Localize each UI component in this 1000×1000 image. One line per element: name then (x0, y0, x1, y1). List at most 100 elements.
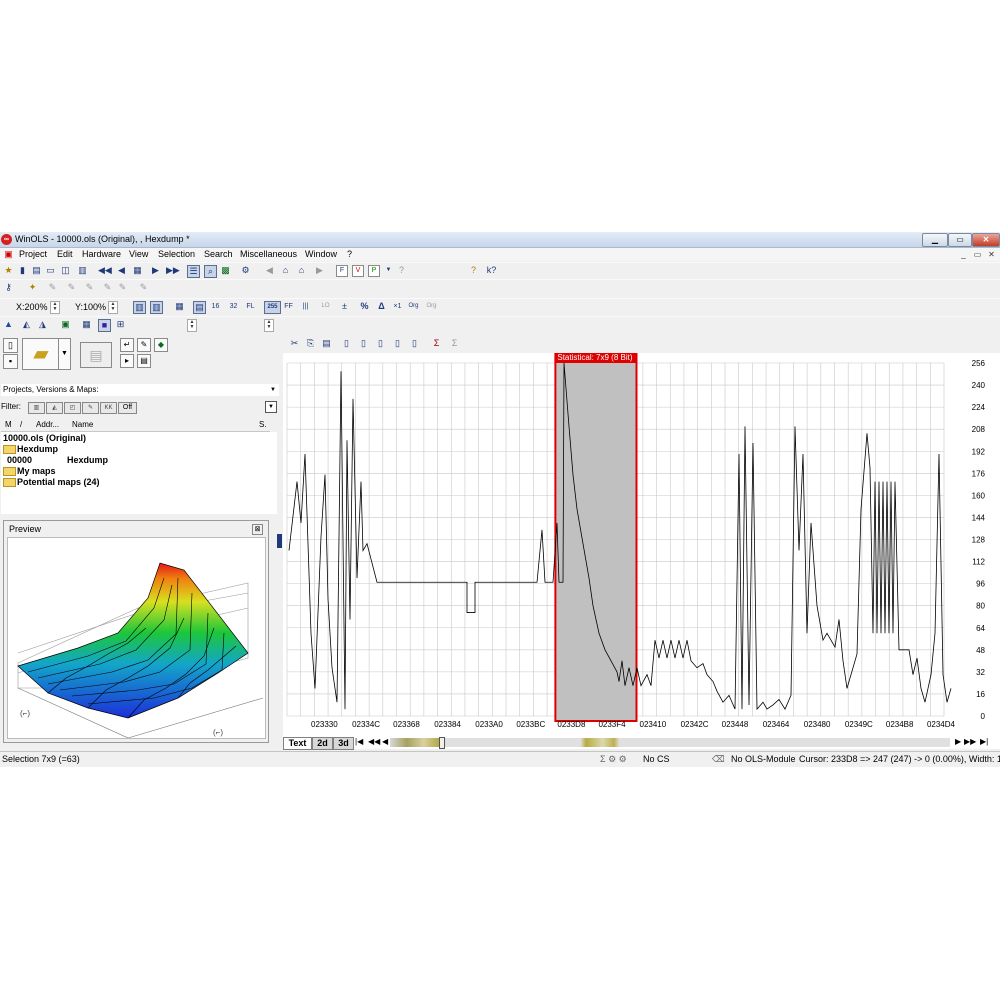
list-view-icon[interactable]: ☰ (187, 265, 200, 278)
cut-icon[interactable]: ✂ (289, 338, 300, 349)
view-float-icon[interactable]: FL (245, 301, 256, 312)
next-icon[interactable]: ▶ (150, 265, 161, 276)
f-icon[interactable]: F (336, 265, 348, 277)
save-icon[interactable]: ▪ (3, 354, 18, 369)
menu-edit[interactable]: Edit (57, 249, 73, 259)
wand-icon[interactable]: ✦ (27, 282, 38, 293)
copy-icon[interactable]: ⎘ (305, 338, 316, 349)
projects-dropdown[interactable]: Projects, Versions & Maps: ▼ (1, 384, 279, 396)
paste-special-4-icon[interactable]: ▯ (392, 338, 403, 349)
minimize-button[interactable]: ▁ (922, 233, 948, 247)
column-m[interactable]: M (5, 420, 12, 429)
back-icon[interactable]: ◀ (264, 265, 275, 276)
scroll-forward-icon[interactable]: ▶▶ (964, 737, 976, 746)
menu-window[interactable]: Window (305, 249, 337, 259)
edit-tool-3-icon[interactable]: ✎ (84, 282, 95, 293)
zoom-y-spinner[interactable]: ▲ ▼ (108, 301, 118, 314)
splitter-handle[interactable] (277, 534, 282, 548)
view-16-icon[interactable]: 16 (210, 301, 221, 312)
column-address[interactable]: Addr... (36, 420, 59, 429)
map-axis-icon[interactable]: ⊞ (115, 319, 126, 330)
sum-dim-icon[interactable]: Σ (449, 338, 460, 349)
folder-icon[interactable]: ★ (3, 265, 14, 276)
bits-icon[interactable]: ||| (300, 301, 311, 312)
scrollbar-thumb[interactable] (439, 737, 445, 749)
delta-icon[interactable]: Δ (376, 301, 387, 312)
help-dim-icon[interactable]: ? (396, 265, 407, 276)
view-32-icon[interactable]: 32 (228, 301, 239, 312)
paste-special-1-icon[interactable]: ▯ (341, 338, 352, 349)
document-icon[interactable]: ▣ (3, 249, 14, 260)
column-size[interactable]: S. (259, 420, 267, 429)
tab-2d[interactable]: 2d (312, 737, 333, 750)
project-tool-2-icon[interactable]: ✎ (137, 338, 151, 352)
v-icon[interactable]: V (352, 265, 364, 277)
close-button[interactable]: ✕ (972, 233, 1000, 247)
paste-special-2-icon[interactable]: ▯ (358, 338, 369, 349)
first-icon[interactable]: ◀◀ (98, 265, 112, 276)
map-icon[interactable]: ▩ (220, 265, 231, 276)
menu-search[interactable]: Search (204, 249, 233, 259)
copy-map-icon[interactable]: ▣ (60, 319, 71, 330)
project-tool-4-icon[interactable]: ▸ (120, 354, 134, 368)
tab-text[interactable]: Text (283, 737, 312, 750)
help-icon[interactable]: ? (468, 265, 479, 276)
split-view-icon[interactable]: ◫ (60, 265, 71, 276)
tree-folder-my-maps[interactable]: My maps (3, 466, 56, 477)
menu-help[interactable]: ? (347, 249, 352, 259)
scroll-first-icon[interactable]: |◀ (355, 737, 363, 746)
project-tool-1-icon[interactable]: ↵ (120, 338, 134, 352)
color-map-icon[interactable]: ■ (98, 319, 111, 332)
paste-special-3-icon[interactable]: ▯ (375, 338, 386, 349)
tools-icon[interactable]: ⚙ (240, 265, 251, 276)
context-help-icon[interactable]: k? (486, 265, 497, 276)
column-name[interactable]: Name (72, 420, 93, 429)
tree-map-hexdump[interactable]: 00000 Hexdump (7, 455, 108, 465)
new-file-icon[interactable]: ▯ (3, 338, 18, 353)
sum-icon[interactable]: Σ (431, 338, 442, 349)
table-icon[interactable]: ▦ (132, 265, 143, 276)
signed-icon[interactable]: FF (283, 301, 294, 312)
filter-type-1-icon[interactable]: ▥ (28, 402, 45, 414)
scroll-last-icon[interactable]: ▶| (980, 737, 988, 746)
edit-tool-1-icon[interactable]: ✎ (47, 282, 58, 293)
mdi-restore-button[interactable]: ▭ (972, 250, 983, 260)
org-icon[interactable]: Org (408, 301, 419, 312)
map-tool-1-icon[interactable]: ◭ (21, 319, 32, 330)
forward-icon[interactable]: ▶ (314, 265, 325, 276)
hexdump-chart[interactable]: Statistical: 7x9 (8 Bit) 0 16 32 48 64 80 96 11… (283, 352, 1000, 749)
menu-miscellaneous[interactable]: Miscellaneous (240, 249, 297, 259)
columns-icon[interactable]: ▥ (77, 265, 88, 276)
search-view-icon[interactable]: ⌕ (204, 265, 217, 278)
map-grid-icon[interactable]: ▦ (81, 319, 92, 330)
filter-type-3-icon[interactable]: ◰ (64, 402, 81, 414)
map-tool-2-icon[interactable]: ◮ (37, 319, 48, 330)
grid-icon[interactable]: ▦ (174, 301, 185, 312)
menu-hardware[interactable]: Hardware (82, 249, 121, 259)
project-tool-5-icon[interactable]: ▤ (137, 354, 151, 368)
last-icon[interactable]: ▶▶ (166, 265, 180, 276)
p-icon[interactable]: P (368, 265, 380, 277)
value-format-button[interactable]: 255 (264, 301, 281, 314)
dropdown-arrow-icon[interactable]: ▼ (383, 265, 394, 276)
org-alt-icon[interactable]: Org (426, 301, 437, 312)
chip-icon[interactable]: ▮ (17, 265, 28, 276)
paste-special-5-icon[interactable]: ▯ (409, 338, 420, 349)
key-icon[interactable]: ⚷ (3, 282, 14, 293)
bit16-icon[interactable]: ▥ (150, 301, 163, 314)
preview-close-icon[interactable]: ⊠ (252, 524, 263, 535)
paste-icon[interactable]: ▤ (321, 338, 332, 349)
restore-button[interactable]: ▭ (948, 233, 972, 247)
open-dropdown-icon[interactable]: ▼ (58, 338, 71, 370)
filter-type-4-icon[interactable]: ✎ (82, 402, 99, 414)
edit-tool-6-icon[interactable]: ✎ (138, 282, 149, 293)
project-tool-3-icon[interactable]: ◆ (154, 338, 168, 352)
previous-icon[interactable]: ◀ (116, 265, 127, 276)
filter-type-2-icon[interactable]: ◭ (46, 402, 63, 414)
percent-icon[interactable]: % (359, 301, 370, 312)
filter-type-5-icon[interactable]: KK (100, 402, 117, 414)
filter-dropdown-icon[interactable]: ▼ (265, 401, 277, 413)
map-spinner-1[interactable]: ▲ ▼ (187, 319, 197, 332)
mdi-close-button[interactable]: ✕ (986, 250, 997, 260)
tree-folder-hexdump[interactable]: Hexdump (3, 444, 58, 455)
